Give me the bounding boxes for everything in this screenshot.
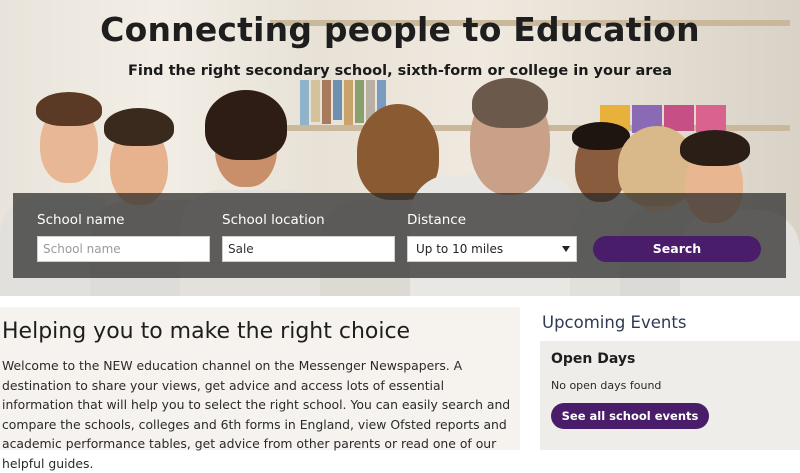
search-button[interactable]: Search	[593, 236, 761, 262]
open-days-status: No open days found	[551, 379, 662, 392]
school-location-input[interactable]	[222, 236, 395, 262]
distance-select[interactable]: Up to 10 miles	[407, 236, 577, 262]
upcoming-events-panel: Upcoming Events Open Days No open days f…	[530, 307, 800, 450]
school-name-label: School name	[37, 212, 125, 228]
open-days-heading: Open Days	[551, 351, 636, 367]
distance-label: Distance	[407, 212, 467, 228]
upcoming-events-heading: Upcoming Events	[542, 313, 687, 332]
hero-banner: Connecting people to Education Find the …	[0, 0, 800, 296]
school-search-form: School name School location Distance Up …	[13, 193, 786, 278]
intro-section: Helping you to make the right choice Wel…	[0, 307, 520, 471]
caret-down-icon	[562, 246, 570, 252]
see-all-events-button[interactable]: See all school events	[551, 403, 709, 429]
open-days-box: Open Days No open days found See all sch…	[540, 341, 800, 450]
page-subtitle: Find the right secondary school, sixth-f…	[127, 63, 673, 79]
school-location-label: School location	[222, 212, 325, 228]
page-title: Connecting people to Education	[100, 10, 700, 49]
distance-select-value: Up to 10 miles	[416, 242, 504, 256]
intro-heading: Helping you to make the right choice	[2, 319, 411, 344]
intro-paragraph: Welcome to the NEW education channel on …	[2, 358, 511, 471]
school-name-input[interactable]	[37, 236, 210, 262]
